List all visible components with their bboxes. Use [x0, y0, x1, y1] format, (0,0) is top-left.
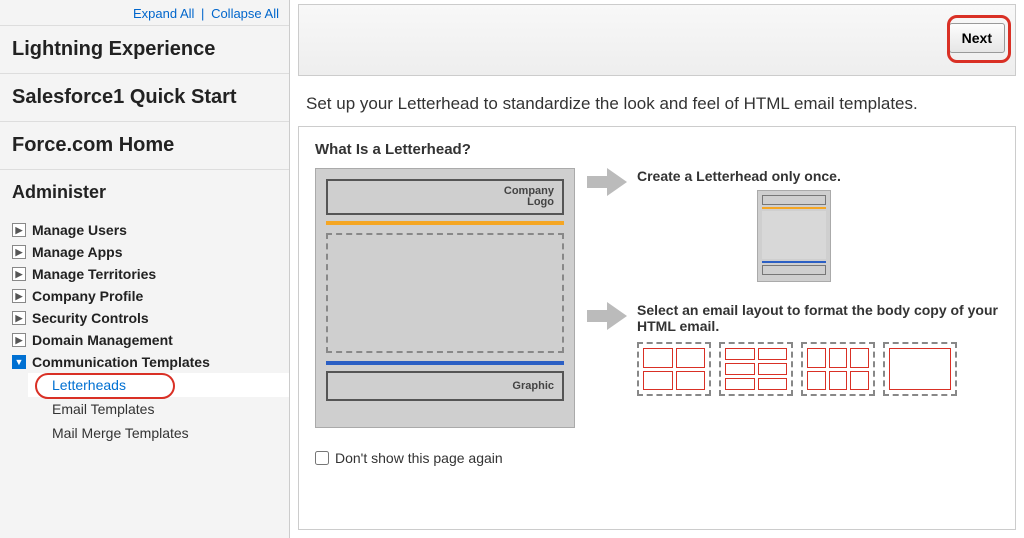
layout-option-2x3: [719, 342, 793, 396]
content-panel: What Is a Letterhead? Company Logo Graph…: [298, 126, 1016, 530]
tree-label: Security Controls: [32, 310, 149, 326]
layout-options: [637, 342, 999, 396]
layout-option-2x2: [637, 342, 711, 396]
callout-title: Create a Letterhead only once.: [637, 168, 999, 184]
expand-icon: ▶: [12, 311, 26, 325]
main-panel: Next Set up your Letterhead to standardi…: [290, 0, 1024, 538]
separator: |: [201, 6, 204, 21]
subtree-email-templates[interactable]: Email Templates: [28, 397, 289, 421]
dont-show-again-label: Don't show this page again: [335, 450, 503, 466]
communication-templates-subtree: Letterheads Email Templates Mail Merge T…: [0, 373, 289, 445]
tree-manage-territories[interactable]: ▶ Manage Territories: [0, 263, 289, 285]
logo-label: Logo: [504, 197, 554, 208]
tree-label: Manage Users: [32, 222, 127, 238]
letterhead-preview: Company Logo Graphic: [315, 168, 575, 428]
tree-communication-templates[interactable]: ▼ Communication Templates: [0, 351, 289, 373]
nav-forcecom-home[interactable]: Force.com Home: [0, 121, 289, 169]
tree-label: Domain Management: [32, 332, 173, 348]
subtree-letterheads[interactable]: Letterheads: [28, 373, 289, 397]
administer-tree: ▶ Manage Users ▶ Manage Apps ▶ Manage Terri…: [0, 215, 289, 455]
content-heading: What Is a Letterhead?: [315, 141, 999, 158]
nav-salesforce1-quickstart[interactable]: Salesforce1 Quick Start: [0, 73, 289, 121]
tree-manage-users[interactable]: ▶ Manage Users: [0, 219, 289, 241]
expand-icon: ▶: [12, 267, 26, 281]
letterhead-diagram: Company Logo Graphic Create a Letterhead…: [315, 168, 999, 428]
dont-show-again-row[interactable]: Don't show this page again: [315, 450, 999, 466]
next-button[interactable]: Next: [949, 23, 1005, 53]
collapse-all-link[interactable]: Collapse All: [211, 6, 279, 21]
arrow-right-icon: [587, 168, 627, 196]
callout-create-once: Create a Letterhead only once.: [587, 168, 999, 282]
expand-icon: ▶: [12, 223, 26, 237]
page-intro-text: Set up your Letterhead to standardize th…: [290, 76, 1024, 120]
letterhead-graphic-slot: Graphic: [326, 371, 564, 401]
tree-company-profile[interactable]: ▶ Company Profile: [0, 285, 289, 307]
tree-label: Company Profile: [32, 288, 143, 304]
callout-title: Select an email layout to format the bod…: [637, 302, 999, 334]
mini-letterhead-icon: [757, 190, 831, 282]
nav-lightning-experience[interactable]: Lightning Experience: [0, 25, 289, 73]
letterhead-logo-slot: Company Logo: [326, 179, 564, 215]
tree-security-controls[interactable]: ▶ Security Controls: [0, 307, 289, 329]
letterhead-accent-bottom: [326, 361, 564, 365]
layout-option-single: [883, 342, 957, 396]
setup-sidebar: Expand All | Collapse All Lightning Expe…: [0, 0, 290, 538]
collapse-icon: ▼: [12, 355, 26, 369]
nav-administer-heading: Administer: [0, 169, 289, 215]
arrow-right-icon: [587, 302, 627, 330]
tree-domain-management[interactable]: ▶ Domain Management: [0, 329, 289, 351]
subtree-mail-merge-templates[interactable]: Mail Merge Templates: [28, 421, 289, 445]
expand-icon: ▶: [12, 289, 26, 303]
page-toolbar: Next: [298, 4, 1016, 76]
tree-label: Manage Apps: [32, 244, 123, 260]
diagram-callouts: Create a Letterhead only once. Select an…: [587, 168, 999, 428]
layout-option-3x2: [801, 342, 875, 396]
expand-icon: ▶: [12, 333, 26, 347]
callout-select-layout: Select an email layout to format the bod…: [587, 302, 999, 396]
dont-show-again-checkbox[interactable]: [315, 451, 329, 465]
expand-icon: ▶: [12, 245, 26, 259]
tree-label: Manage Territories: [32, 266, 156, 282]
letterhead-body-slot: [326, 233, 564, 353]
letterhead-accent-top: [326, 221, 564, 225]
tree-controls: Expand All | Collapse All: [0, 0, 289, 25]
tree-manage-apps[interactable]: ▶ Manage Apps: [0, 241, 289, 263]
expand-all-link[interactable]: Expand All: [133, 6, 194, 21]
tree-label: Communication Templates: [32, 354, 210, 370]
